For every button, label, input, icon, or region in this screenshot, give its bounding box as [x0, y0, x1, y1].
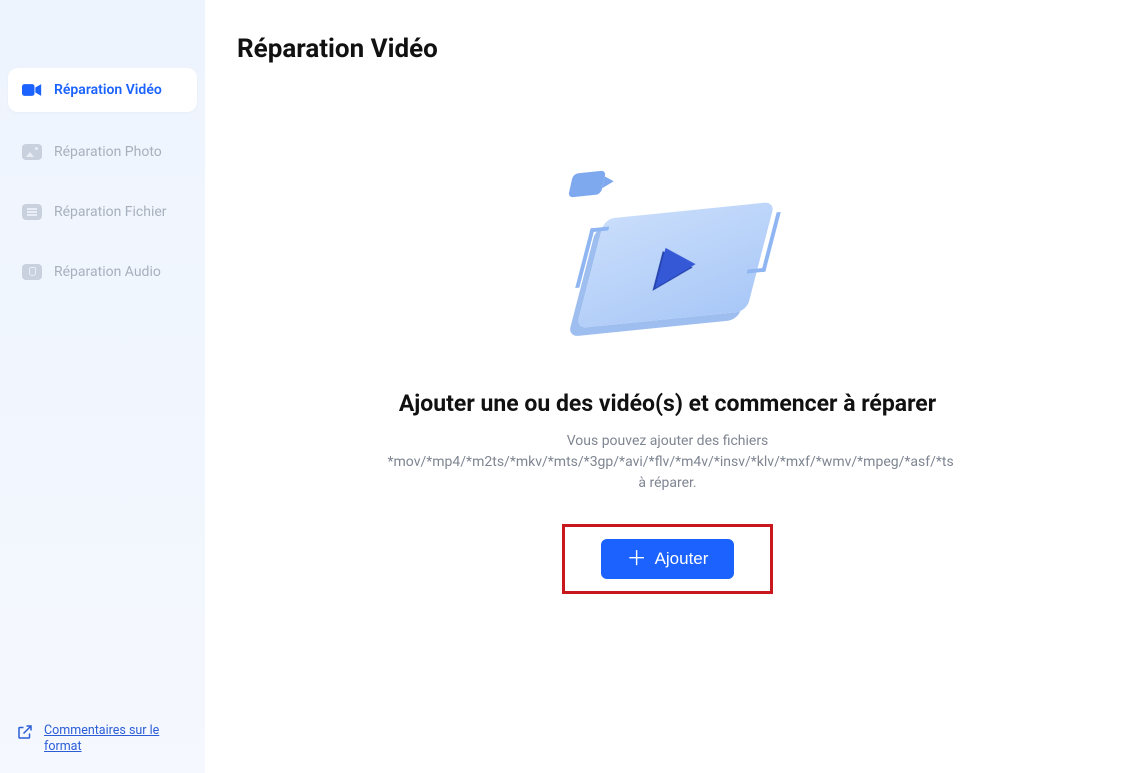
- sidebar: Réparation Vidéo Réparation Photo Répara…: [0, 0, 205, 773]
- add-button-highlight: ＋ Ajouter: [562, 524, 774, 594]
- plus-icon: ＋: [627, 549, 647, 569]
- sidebar-item-photo[interactable]: Réparation Photo: [8, 132, 197, 172]
- hero-subtext: Vous pouvez ajouter des fichiers *mov/*m…: [388, 431, 948, 494]
- video-icon: [22, 80, 42, 100]
- sidebar-item-label: Réparation Fichier: [54, 204, 167, 220]
- sidebar-item-label: Réparation Audio: [54, 264, 161, 280]
- photo-icon: [22, 144, 42, 160]
- add-button[interactable]: ＋ Ajouter: [601, 539, 735, 579]
- add-button-label: Ajouter: [655, 549, 709, 569]
- file-icon: [22, 204, 42, 220]
- audio-icon: [22, 264, 42, 280]
- sidebar-item-file[interactable]: Réparation Fichier: [8, 192, 197, 232]
- video-illustration: [553, 150, 783, 330]
- format-feedback-link[interactable]: Commentaires sur le format: [44, 723, 174, 756]
- hero-heading: Ajouter une ou des vidéo(s) et commencer…: [399, 390, 936, 417]
- page-title: Réparation Vidéo: [237, 34, 1130, 64]
- sidebar-item-video[interactable]: Réparation Vidéo: [8, 68, 197, 112]
- sidebar-item-label: Réparation Photo: [54, 144, 162, 160]
- sidebar-item-audio[interactable]: Réparation Audio: [8, 252, 197, 292]
- main-content: Réparation Vidéo Ajouter une ou des vidé…: [205, 0, 1130, 773]
- external-link-icon: [16, 723, 34, 741]
- sidebar-item-label: Réparation Vidéo: [54, 82, 162, 98]
- sidebar-footer: Commentaires sur le format: [16, 723, 174, 756]
- hero-section: Ajouter une ou des vidéo(s) et commencer…: [205, 150, 1130, 594]
